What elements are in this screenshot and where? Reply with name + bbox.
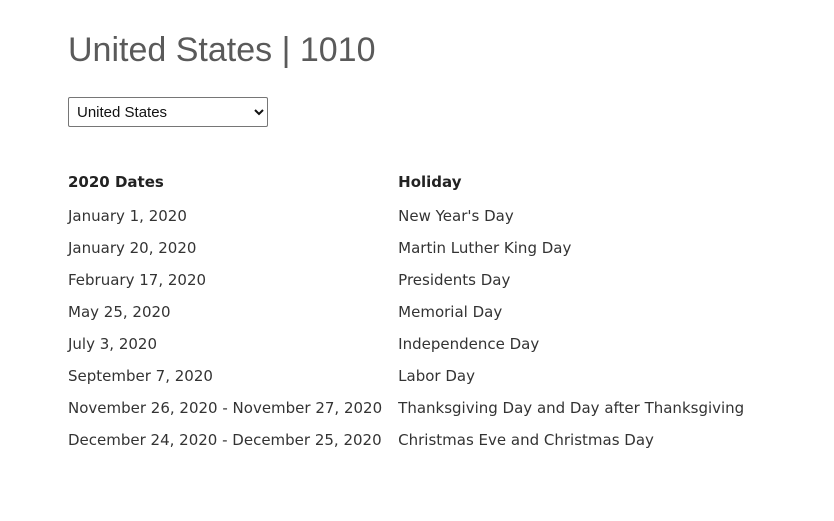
- table-row: December 24, 2020 - December 25, 2020 Ch…: [60, 424, 752, 456]
- holiday-column-header: Holiday: [398, 173, 462, 191]
- holiday-table: 2020 Dates Holiday January 1, 2020 New Y…: [60, 164, 752, 456]
- table-row: January 20, 2020 Martin Luther King Day: [60, 232, 752, 264]
- dates-column-header: 2020 Dates: [68, 173, 164, 191]
- date-cell: January 1, 2020: [68, 207, 187, 225]
- date-cell: February 17, 2020: [68, 271, 207, 289]
- table-header-row: 2020 Dates Holiday: [60, 164, 752, 200]
- date-cell: September 7, 2020: [68, 367, 213, 385]
- table-row: January 1, 2020 New Year's Day: [60, 200, 752, 232]
- date-cell: May 25, 2020: [68, 303, 171, 321]
- holiday-cell: Presidents Day: [398, 271, 511, 289]
- table-row: February 17, 2020 Presidents Day: [60, 264, 752, 296]
- holiday-cell: Christmas Eve and Christmas Day: [398, 431, 654, 449]
- date-cell: January 20, 2020: [68, 239, 197, 257]
- date-cell: November 26, 2020 - November 27, 2020: [68, 399, 383, 417]
- table-row: July 3, 2020 Independence Day: [60, 328, 752, 360]
- date-cell: December 24, 2020 - December 25, 2020: [68, 431, 382, 449]
- table-row: September 7, 2020 Labor Day: [60, 360, 752, 392]
- holiday-cell: New Year's Day: [398, 207, 514, 225]
- holiday-cell: Memorial Day: [398, 303, 503, 321]
- holiday-cell: Labor Day: [398, 367, 475, 385]
- holiday-cell: Martin Luther King Day: [398, 239, 572, 257]
- holiday-cell: Independence Day: [398, 335, 540, 353]
- table-row: May 25, 2020 Memorial Day: [60, 296, 752, 328]
- date-cell: July 3, 2020: [68, 335, 157, 353]
- country-select[interactable]: United States: [68, 97, 268, 127]
- page-title: United States | 1010: [68, 31, 376, 69]
- holiday-cell: Thanksgiving Day and Day after Thanksgiv…: [398, 399, 745, 417]
- table-row: November 26, 2020 - November 27, 2020 Th…: [60, 392, 752, 424]
